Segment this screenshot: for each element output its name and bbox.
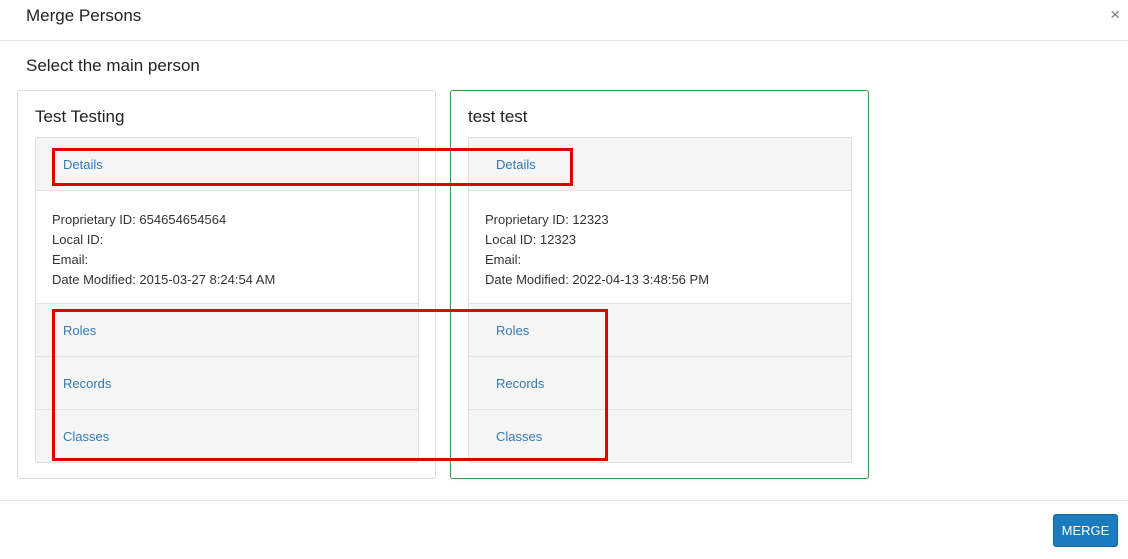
details-link[interactable]: Details — [496, 157, 536, 172]
person-panel-group: Details Proprietary ID: 654654654564 Loc… — [35, 137, 419, 463]
details-panel-heading[interactable]: Details — [36, 138, 418, 191]
close-icon[interactable]: × — [1110, 5, 1120, 25]
modal-header: Merge Persons × — [0, 0, 1128, 41]
roles-link[interactable]: Roles — [63, 323, 96, 338]
date-modified: Date Modified: 2015-03-27 8:24:54 AM — [52, 272, 276, 287]
details-panel-heading[interactable]: Details — [469, 138, 851, 191]
records-link[interactable]: Records — [63, 376, 111, 391]
proprietary-id: Proprietary ID: 654654654564 — [52, 212, 227, 227]
person-panel-group: Details Proprietary ID: 12323 Local ID: … — [468, 137, 852, 463]
details-panel-body: Proprietary ID: 12323 Local ID: 12323 Em… — [469, 191, 851, 304]
proprietary-id: Proprietary ID: 12323 — [485, 212, 609, 227]
person-name: Test Testing — [35, 107, 125, 126]
local-id: Local ID: 12323 — [485, 232, 577, 247]
records-panel-heading[interactable]: Records — [36, 357, 418, 410]
records-link[interactable]: Records — [496, 376, 544, 391]
classes-link[interactable]: Classes — [496, 429, 542, 444]
local-id: Local ID: — [52, 232, 104, 247]
merge-button[interactable]: MERGE — [1053, 514, 1118, 547]
email: Email: — [52, 252, 89, 267]
classes-link[interactable]: Classes — [63, 429, 109, 444]
roles-panel-heading[interactable]: Roles — [36, 304, 418, 357]
roles-panel-heading[interactable]: Roles — [469, 304, 851, 357]
roles-link[interactable]: Roles — [496, 323, 529, 338]
details-panel-body: Proprietary ID: 654654654564 Local ID: E… — [36, 191, 418, 304]
person-name: test test — [468, 107, 528, 126]
email: Email: — [485, 252, 522, 267]
select-main-person-label: Select the main person — [26, 56, 200, 75]
modal-footer: MERGE — [0, 500, 1128, 559]
classes-panel-heading[interactable]: Classes — [36, 410, 418, 462]
date-modified: Date Modified: 2022-04-13 3:48:56 PM — [485, 272, 710, 287]
modal-title: Merge Persons — [26, 6, 142, 25]
records-panel-heading[interactable]: Records — [469, 357, 851, 410]
classes-panel-heading[interactable]: Classes — [469, 410, 851, 462]
person-card-test-testing[interactable]: Test Testing Details Proprietary ID: 654… — [17, 90, 436, 479]
details-link[interactable]: Details — [63, 157, 103, 172]
person-card-test-test[interactable]: test test Details Proprietary ID: 12323 … — [450, 90, 869, 479]
